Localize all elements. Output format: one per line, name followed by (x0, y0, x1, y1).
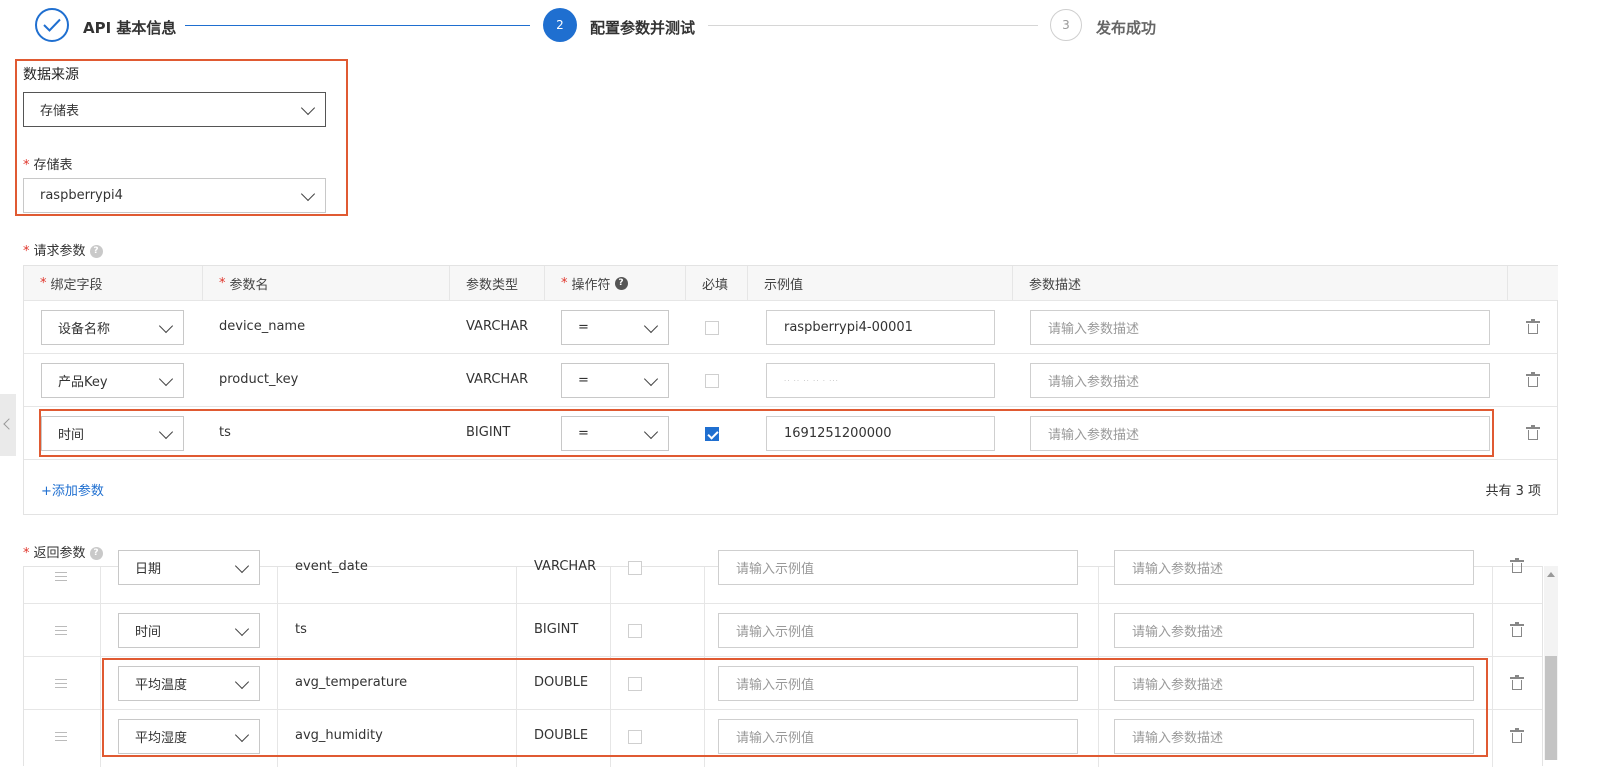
data-source-label: 数据来源 (23, 67, 79, 83)
rows-highlight (102, 658, 1488, 757)
example-value-input[interactable]: 请输入示例值 (718, 613, 1078, 648)
column-header: 示例值 (748, 266, 1013, 300)
stepper: API 基本信息 2 配置参数并测试 3 发布成功 (0, 0, 1599, 52)
trash-icon[interactable] (1526, 372, 1540, 387)
description-input[interactable]: 请输入参数描述 (1030, 363, 1490, 398)
scrollbar[interactable] (1544, 566, 1558, 760)
scroll-up-icon[interactable] (1547, 572, 1555, 577)
chevron-down-icon (158, 318, 174, 333)
column-header: 参数描述 (1013, 266, 1508, 300)
column-header: 参数类型 (450, 266, 545, 300)
storage-table-value: raspberrypi4 (40, 188, 123, 203)
example-value-input[interactable]: ·· ·· ·· ·· · ··· (766, 363, 995, 398)
chevron-down-icon (300, 186, 316, 201)
param-type: VARCHAR (466, 372, 529, 387)
request-params-table: * 绑定字段 * 参数名 参数类型 * 操作符? 必填 示例值 参数描述 设备名称 d… (23, 265, 1558, 515)
chevron-down-icon (643, 318, 659, 333)
drag-handle-icon[interactable] (55, 679, 67, 688)
add-param-link[interactable]: +添加参数 (41, 480, 104, 499)
param-name: event_date (295, 559, 368, 574)
help-icon[interactable]: ? (614, 276, 628, 290)
trash-icon[interactable] (1526, 319, 1540, 334)
step-2-label: 配置参数并测试 (590, 19, 696, 37)
trash-icon[interactable] (1510, 622, 1524, 637)
example-value-input[interactable]: 请输入示例值 (718, 550, 1078, 585)
trash-icon[interactable] (1510, 728, 1524, 743)
trash-icon[interactable] (1510, 558, 1524, 573)
column-header: * 操作符? (545, 266, 686, 300)
description-input[interactable]: 请输入参数描述 (1114, 550, 1474, 585)
table-row: 产品Key product_key VARCHAR = ·· ·· ·· ·· … (24, 353, 1557, 406)
data-source-select[interactable]: 存储表 (23, 92, 326, 127)
scrollbar-thumb[interactable] (1545, 656, 1557, 760)
step-3-label: 发布成功 (1096, 19, 1157, 37)
table-row: 日期 event_date VARCHAR 请输入示例值 请输入参数描述 (24, 550, 1542, 603)
row-highlight (39, 409, 1494, 457)
help-icon[interactable]: ? (89, 245, 103, 258)
total-count: 共有 3 项 (1485, 484, 1541, 499)
param-type: VARCHAR (466, 319, 529, 334)
example-value-input[interactable]: raspberrypi4-00001 (766, 310, 995, 345)
bind-field-select[interactable]: 产品Key (41, 363, 184, 398)
chevron-down-icon (158, 371, 174, 386)
description-input[interactable]: 请输入参数描述 (1030, 310, 1490, 345)
step-3-number: 3 (1050, 9, 1082, 41)
request-params-label: * 请求参数? (23, 240, 103, 259)
table-footer: +添加参数 共有 3 项 (24, 459, 1557, 515)
param-name: ts (295, 622, 307, 637)
bind-field-select[interactable]: 设备名称 (41, 310, 184, 345)
step-1-check-icon (35, 8, 69, 42)
drag-handle-icon[interactable] (55, 626, 67, 635)
operator-select[interactable]: = (561, 363, 669, 398)
step-1-label: API 基本信息 (83, 19, 177, 37)
storage-table-select[interactable]: raspberrypi4 (23, 178, 326, 213)
required-checkbox[interactable] (705, 374, 719, 388)
data-source-value: 存储表 (40, 104, 80, 119)
column-header (1508, 266, 1558, 300)
param-name: product_key (219, 372, 299, 387)
chevron-down-icon (234, 558, 250, 573)
column-header: 必填 (686, 266, 748, 300)
operator-select[interactable]: = (561, 310, 669, 345)
trash-icon[interactable] (1526, 425, 1540, 440)
bind-field-select[interactable]: 日期 (118, 550, 260, 585)
bind-field-select[interactable]: 时间 (118, 613, 260, 648)
required-checkbox[interactable] (628, 561, 642, 575)
param-name: device_name (219, 319, 306, 334)
drag-handle-icon[interactable] (55, 732, 67, 741)
chevron-down-icon (643, 371, 659, 386)
table-row: 时间 ts BIGINT 请输入示例值 请输入参数描述 (24, 603, 1542, 656)
drag-handle-icon[interactable] (55, 572, 67, 581)
chevron-down-icon (300, 100, 316, 115)
description-input[interactable]: 请输入参数描述 (1114, 613, 1474, 648)
step-connector (708, 25, 1038, 26)
trash-icon[interactable] (1510, 675, 1524, 690)
storage-table-label: * 存储表 (23, 158, 73, 173)
column-header: * 参数名 (203, 266, 450, 300)
table-row: 设备名称 device_name VARCHAR = raspberrypi4-… (24, 300, 1557, 353)
step-connector (185, 25, 530, 26)
param-type: BIGINT (534, 622, 579, 637)
param-type: VARCHAR (534, 559, 597, 574)
chevron-down-icon (234, 621, 250, 636)
column-header: * 绑定字段 (24, 266, 203, 300)
required-checkbox[interactable] (705, 321, 719, 335)
required-checkbox[interactable] (628, 624, 642, 638)
collapse-sidebar-tab[interactable] (0, 394, 16, 456)
step-2-number: 2 (543, 8, 577, 42)
